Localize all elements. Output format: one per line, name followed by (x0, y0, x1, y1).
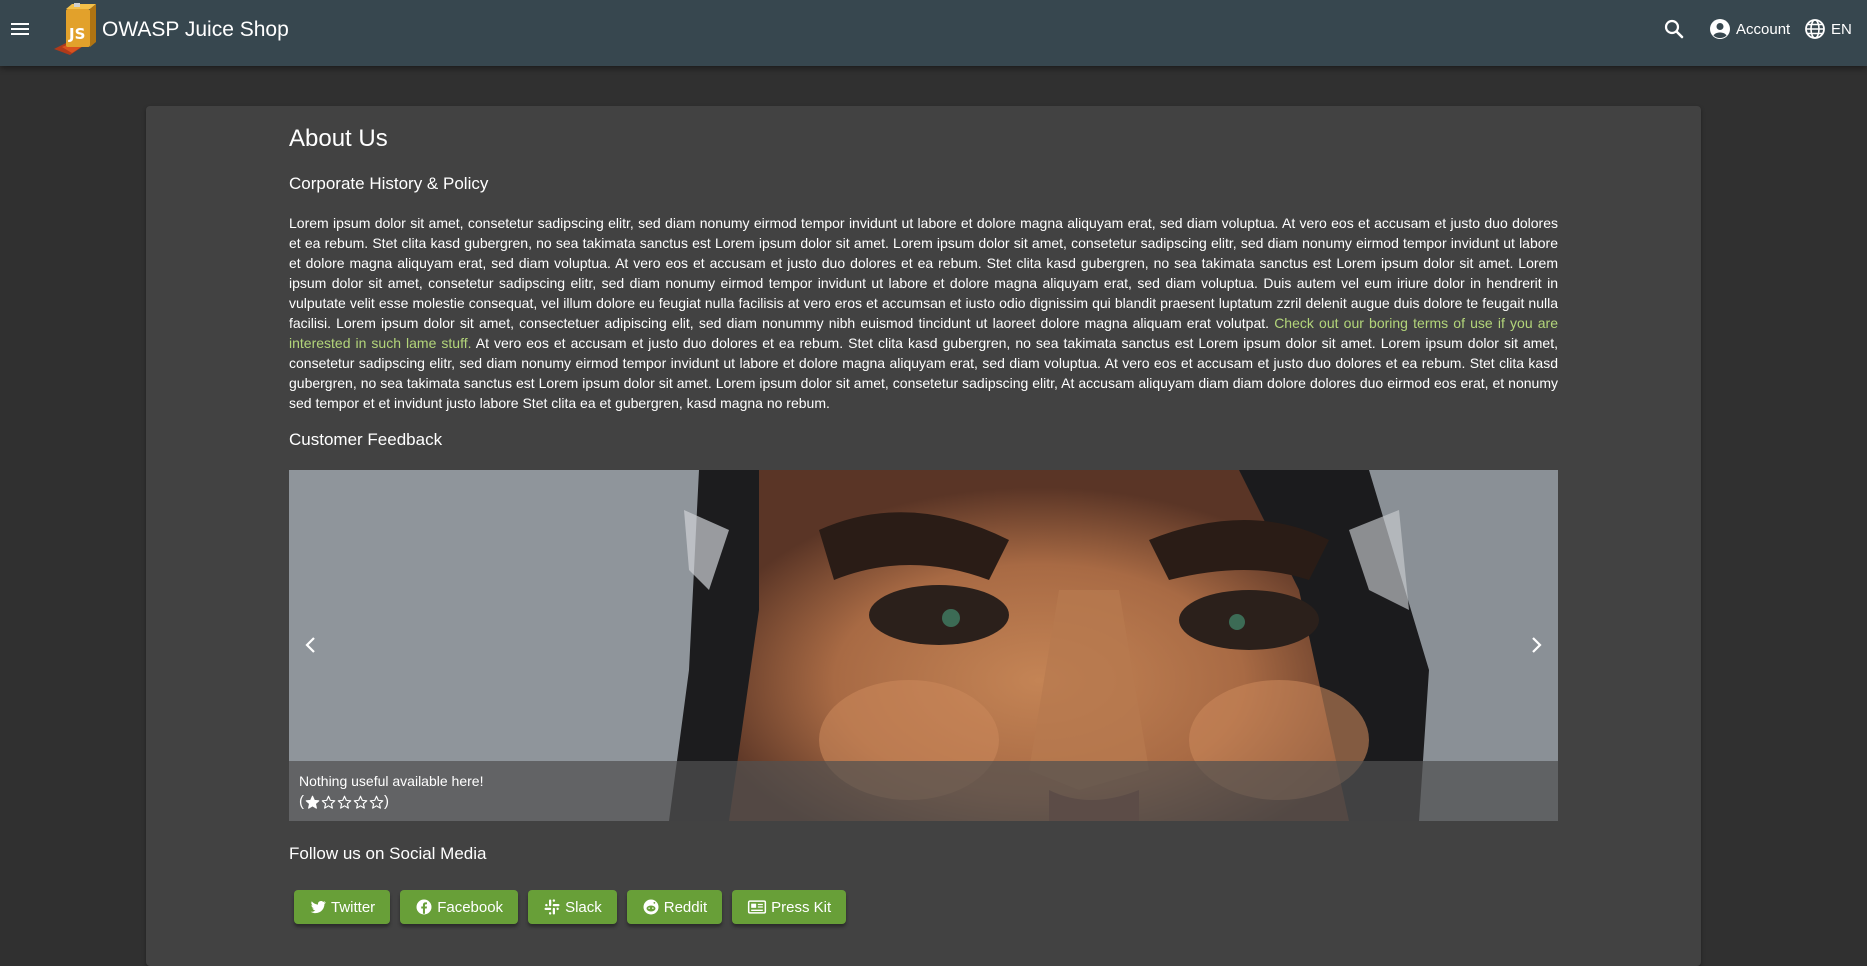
carousel-prev-button[interactable] (293, 627, 329, 663)
star-filled-icon (305, 795, 319, 809)
twitter-icon (310, 900, 327, 914)
reddit-icon (643, 899, 659, 915)
corporate-history-heading: Corporate History & Policy (289, 174, 489, 193)
reddit-button[interactable]: Reddit (626, 890, 723, 924)
twitter-button[interactable]: Twitter (294, 890, 391, 924)
social-media-heading: Follow us on Social Media (289, 844, 487, 863)
press-kit-button[interactable]: Press Kit (732, 890, 847, 924)
newspaper-icon (748, 900, 767, 914)
customer-feedback-heading: Customer Feedback (289, 430, 443, 449)
account-circle-icon (1710, 19, 1730, 39)
slack-label: Slack (565, 898, 602, 916)
feedback-comment: Nothing useful available here! (299, 773, 484, 789)
slack-icon (544, 899, 560, 915)
app-title[interactable]: OWASP Juice Shop (102, 18, 289, 42)
menu-icon[interactable] (8, 17, 32, 41)
rating-close-paren: ) (384, 793, 389, 810)
search-icon[interactable] (1662, 17, 1686, 41)
twitter-label: Twitter (331, 898, 376, 916)
press-kit-label: Press Kit (771, 898, 832, 916)
star-outline-icon (321, 795, 335, 809)
globe-icon (1805, 19, 1825, 39)
slack-button[interactable]: Slack (528, 890, 617, 924)
chevron-right-icon (1532, 637, 1542, 653)
account-button[interactable]: Account (1708, 17, 1790, 41)
carousel-next-button[interactable] (1518, 627, 1554, 663)
feedback-carousel[interactable]: Nothing useful available here! ( ) (289, 470, 1558, 821)
language-label: EN (1831, 20, 1852, 38)
page-title: About Us (289, 125, 388, 152)
svg-text:JS: JS (68, 25, 85, 43)
language-button[interactable]: EN (1803, 17, 1852, 41)
account-label: Account (1736, 20, 1791, 38)
star-outline-icon (337, 795, 351, 809)
chevron-left-icon (305, 637, 315, 653)
juice-shop-logo[interactable]: JS (52, 3, 102, 58)
rating-stars (304, 795, 384, 810)
feedback-caption: Nothing useful available here! ( ) (289, 761, 1558, 821)
social-buttons: Twitter Facebook Slack Reddit Press Kit (294, 890, 847, 924)
about-us-card: About Us Corporate History & Policy Lore… (146, 106, 1701, 966)
reddit-label: Reddit (663, 898, 708, 916)
history-text-part2: At vero eos et accusam et justo duo dolo… (289, 335, 1558, 411)
facebook-label: Facebook (437, 898, 504, 916)
corporate-history-text: Lorem ipsum dolor sit amet, consetetur s… (289, 213, 1558, 413)
star-outline-icon (353, 795, 367, 809)
feedback-rating: ( ) (299, 792, 389, 812)
star-outline-icon (369, 795, 383, 809)
facebook-button[interactable]: Facebook (400, 890, 519, 924)
facebook-icon (416, 899, 432, 915)
top-toolbar: JS OWASP Juice Shop Account EN (0, 0, 1867, 66)
history-text-part1: Lorem ipsum dolor sit amet, consetetur s… (289, 215, 1558, 331)
